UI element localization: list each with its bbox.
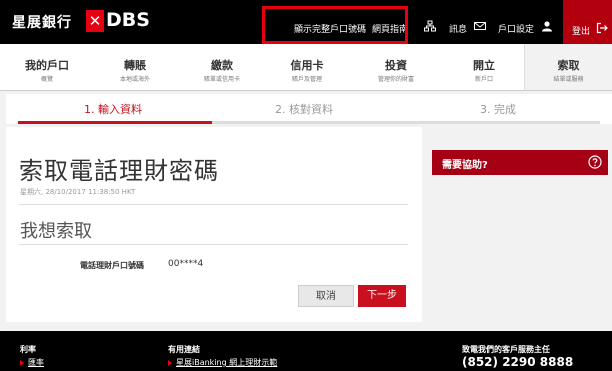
footer-rates-heading: 利率: [20, 345, 36, 354]
help-panel[interactable]: 需要協助?: [432, 150, 608, 175]
footer-rates-link[interactable]: 匯率: [28, 357, 44, 368]
nav-label: 信用卡: [290, 59, 324, 72]
step-2-bar: [212, 121, 406, 124]
bullet-icon: [20, 360, 24, 366]
account-settings-link[interactable]: 戶口設定: [498, 22, 534, 35]
footer-demo-link[interactable]: 星展iBanking 網上理財示範: [176, 357, 277, 368]
footer-contact-heading: 致電我們的客戶服務主任: [462, 345, 550, 354]
divider: [19, 244, 408, 245]
messages-link[interactable]: 訊息: [449, 22, 467, 35]
nav-item-payment[interactable]: 繳款 賬單或信用卡: [187, 44, 257, 90]
step-1-bar: [18, 121, 212, 124]
page-title: 索取電話理財密碼: [19, 157, 219, 185]
step-2-label: 2. 核對資料: [275, 103, 333, 116]
logout-label[interactable]: 登出: [572, 24, 590, 37]
next-button[interactable]: 下一步: [358, 285, 406, 307]
nav-label: 投資: [385, 59, 407, 72]
progress-steps: 1. 輸入資料 2. 核對資料 3. 完成: [6, 94, 612, 124]
dbs-x-logo-icon: ✕: [86, 10, 104, 32]
phone-account-label: 電話理財戶口號碼: [80, 261, 144, 270]
timestamp: 星期六, 28/10/2017 11:38:50 HKT: [20, 188, 136, 196]
annotation-highlight-box: [262, 6, 408, 44]
nav-sub: 本地或海外: [119, 76, 150, 83]
nav-sub: 概覽: [40, 76, 53, 83]
main-panel: 索取電話理財密碼 星期六, 28/10/2017 11:38:50 HKT 我想…: [6, 127, 422, 322]
nav-sub: 結單或服務: [553, 76, 584, 83]
footer: 利率 匯率 有用連結 星展iBanking 網上理財示範 致電我們的客戶服務主任…: [0, 331, 612, 371]
nav-sub: 管理你的財富: [377, 76, 414, 83]
nav-label: 索取: [557, 59, 580, 72]
brand-name: DBS: [106, 9, 150, 31]
footer-contact-phone: (852) 2290 8888: [462, 355, 574, 369]
nav-item-open[interactable]: 開立 新戶口: [449, 44, 519, 90]
nav-item-request[interactable]: 索取 結單或服務: [524, 44, 612, 90]
nav-item-my-account[interactable]: 我的戶口 概覽: [12, 44, 82, 90]
nav-item-transfer[interactable]: 轉賬 本地或海外: [100, 44, 170, 90]
brand-chinese-name: 星展銀行: [12, 15, 72, 31]
section-title: 我想索取: [20, 221, 92, 242]
phone-account-value: 00****4: [168, 259, 204, 269]
step-1-label: 1. 輸入資料: [84, 103, 142, 116]
divider: [19, 204, 408, 205]
nav-label: 轉賬: [124, 59, 146, 72]
nav-label: 我的戶口: [25, 59, 69, 72]
nav-sub: 賬單或信用卡: [203, 76, 240, 83]
logout-icon[interactable]: [596, 22, 608, 34]
sitemap-icon[interactable]: [424, 20, 436, 32]
help-label: 需要協助?: [442, 160, 488, 171]
footer-links-heading: 有用連結: [168, 345, 200, 354]
step-3-label: 3. 完成: [480, 103, 516, 116]
nav-item-invest[interactable]: 投資 管理你的財富: [361, 44, 431, 90]
mail-icon[interactable]: [474, 20, 486, 32]
nav-label: 開立: [473, 59, 495, 72]
nav-item-credit-card[interactable]: 信用卡 賬戶及管理: [272, 44, 342, 90]
bullet-icon: [168, 360, 172, 366]
nav-sub: 新戶口: [474, 76, 493, 83]
question-icon[interactable]: [588, 155, 602, 169]
cancel-button[interactable]: 取消: [298, 285, 354, 307]
nav-sub: 賬戶及管理: [291, 76, 322, 83]
step-3-bar: [406, 121, 600, 124]
nav-label: 繳款: [211, 59, 233, 72]
main-nav: 我的戶口 概覽 轉賬 本地或海外 繳款 賬單或信用卡 信用卡 賬戶及管理 投資 …: [0, 44, 612, 91]
user-icon[interactable]: [541, 20, 553, 32]
